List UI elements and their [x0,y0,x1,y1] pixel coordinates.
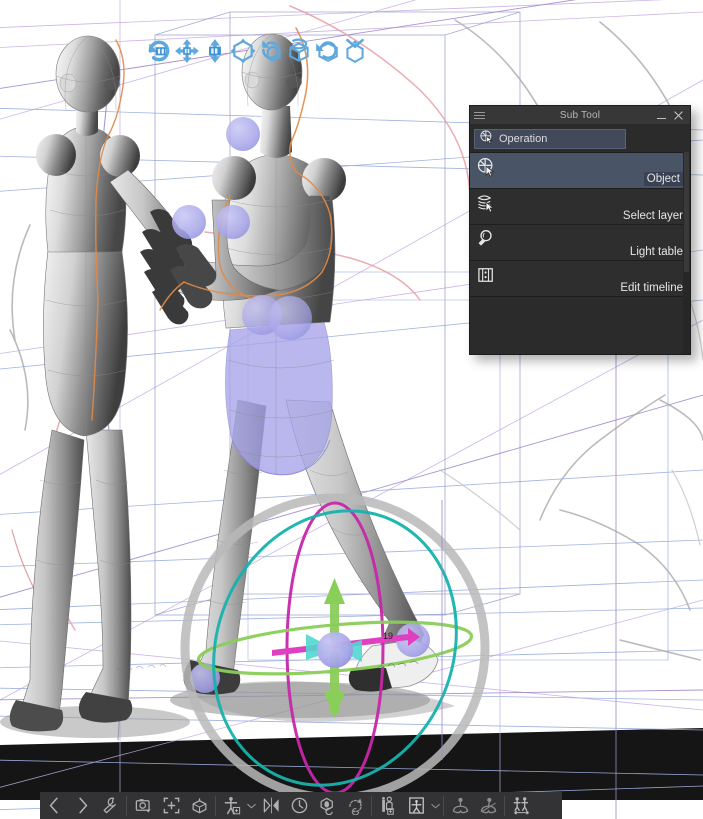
toolbar-group-joints [446,792,502,819]
scrollbar-thumb[interactable] [684,152,689,272]
sub-tool-titlebar[interactable]: Sub Tool [470,106,690,125]
toolbar-separator [126,795,127,816]
toolbar-group-spacing [507,792,535,819]
toolbar-separator [215,795,216,816]
operation-tool-selector[interactable]: Operation [474,129,626,149]
body-proportions-icon[interactable] [402,792,430,819]
move-plane-icon[interactable] [174,38,200,64]
sub-tool-label: Object [643,172,683,186]
toolbar-separator [371,795,372,816]
add-figure-icon[interactable] [218,792,246,819]
operation-tool-label: Operation [499,133,548,145]
toolbar-group-body [374,792,441,819]
sub-tool-label: Light table [629,246,683,258]
rotate-box-horizontal-icon[interactable] [286,38,312,64]
reset-rotation-icon[interactable] [341,792,369,819]
toolbar-separator [504,795,505,816]
sub-tool-label: Edit timeline [620,282,683,294]
sub-tool-panel[interactable]: Sub Tool Operation Object Select layer L… [469,105,691,355]
register-pose-icon[interactable] [313,792,341,819]
next-pose-icon[interactable] [68,792,96,819]
fit-to-frame-icon[interactable] [157,792,185,819]
toolbar-group-navigation [40,792,124,819]
reset-pose-icon[interactable] [285,792,313,819]
camera-register-icon[interactable] [129,792,157,819]
add-figure-dropdown-icon[interactable] [246,792,257,819]
close-icon[interactable] [673,110,683,120]
tool-wrench-icon[interactable] [96,792,124,819]
release-joint-icon[interactable] [474,792,502,819]
reset-object-icon[interactable] [342,38,368,64]
sub-tool-list[interactable]: Object Select layer Light table Edit tim… [470,152,690,297]
operation-cube-cursor-icon [479,129,494,149]
move-3d-axes-icon[interactable] [230,38,256,64]
rotate-object-left-icon[interactable] [146,38,172,64]
light-table-bulb-icon [476,229,496,249]
3d-object-manipulation-bar[interactable] [146,38,368,64]
object-cube-cursor-icon [476,157,496,177]
toolbar-group-camera [129,792,213,819]
register-object-icon[interactable] [185,792,213,819]
edit-timeline-frames-icon [476,265,496,285]
move-depth-icon[interactable] [202,38,228,64]
previous-pose-icon[interactable] [40,792,68,819]
select-layer-stack-cursor-icon [476,193,496,213]
rotate-box-plane-icon[interactable] [314,38,340,64]
sub-tool-item-edit-timeline[interactable]: Edit timeline [470,261,690,297]
flip-pose-icon[interactable] [257,792,285,819]
sub-tool-item-light-table[interactable]: Light table [470,225,690,261]
rotate-box-vertical-icon[interactable] [258,38,284,64]
hamburger-icon[interactable] [470,106,488,125]
toolbar-separator [443,795,444,816]
body-proportions-dropdown-icon[interactable] [430,792,441,819]
clip-studio-3d-workspace: 19 Sub Tool Operation Object Select laye… [0,0,703,819]
toolbar-group-figure [218,792,369,819]
gizmo-angle-label: 19 [383,631,394,641]
sub-tool-item-select-layer[interactable]: Select layer [470,189,690,225]
sub-tool-scrollbar[interactable] [683,152,690,354]
sub-tool-item-object[interactable]: Object [470,153,690,189]
figure-spacing-icon[interactable] [507,792,535,819]
fix-joint-icon[interactable] [446,792,474,819]
sub-tool-body: Operation Object Select layer Light tabl… [470,125,690,354]
3d-figure-toolbar[interactable] [40,792,562,819]
sub-tool-label: Select layer [622,210,683,222]
add-hand-pose-icon[interactable] [374,792,402,819]
minimize-icon[interactable] [657,111,666,120]
